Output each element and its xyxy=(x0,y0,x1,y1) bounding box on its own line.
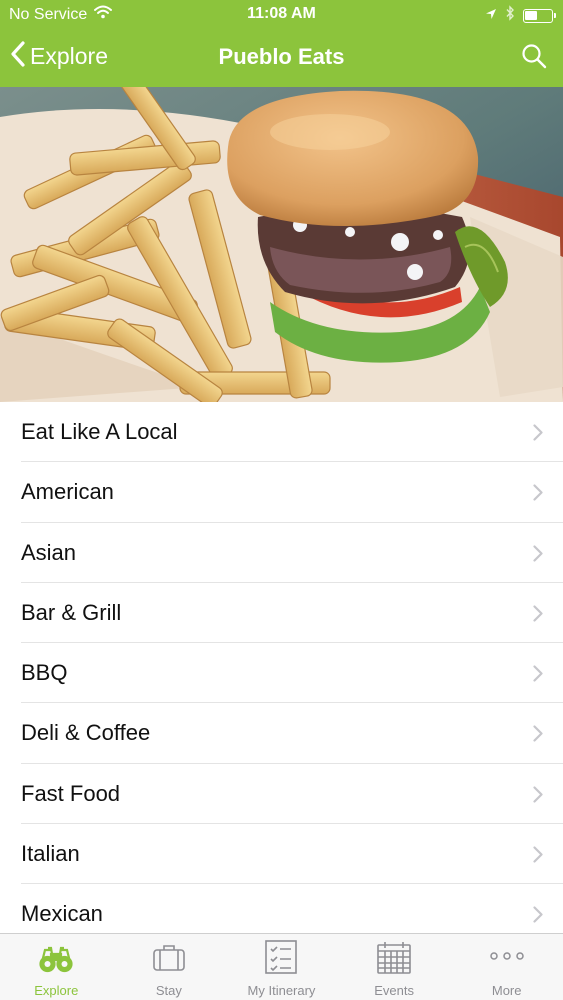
list-item-label: Mexican xyxy=(21,901,103,927)
list-item-bbq[interactable]: BBQ xyxy=(0,643,563,704)
list-item-label: Bar & Grill xyxy=(21,599,122,625)
tab-bar: Explore Stay My Itinerary Events More xyxy=(0,933,563,1000)
location-arrow-icon xyxy=(485,7,497,25)
list-item-label: Fast Food xyxy=(21,780,121,806)
list-item-american[interactable]: American xyxy=(0,462,563,523)
chevron-right-icon xyxy=(533,786,543,808)
chevron-right-icon xyxy=(533,665,543,687)
tab-label: Stay xyxy=(155,983,182,998)
list-item-deli-and-coffee[interactable]: Deli & Coffee xyxy=(0,703,563,765)
list-item-label: Asian xyxy=(21,539,77,565)
burger-and-fries-photo xyxy=(0,87,563,402)
chevron-right-icon xyxy=(533,846,543,868)
hero-image xyxy=(0,87,563,402)
list-item-label: BBQ xyxy=(21,660,68,686)
battery-icon xyxy=(523,8,556,23)
tab-my-itinerary[interactable]: My Itinerary xyxy=(225,934,338,1000)
status-time: 11:08 AM xyxy=(247,5,316,22)
chevron-right-icon xyxy=(533,725,543,747)
list-item-label: American xyxy=(21,479,114,505)
list-item-eat-like-a-local[interactable]: Eat Like A Local xyxy=(0,402,563,463)
list-item-asian[interactable]: Asian xyxy=(0,523,563,584)
suitcase-icon xyxy=(151,940,187,981)
list-item-label: Eat Like A Local xyxy=(21,419,178,444)
tab-explore[interactable]: Explore xyxy=(0,934,113,1000)
list-item-italian[interactable]: Italian xyxy=(0,824,563,885)
status-right xyxy=(485,5,556,26)
status-bar: No Service 11:08 AM xyxy=(0,0,563,30)
tab-label: More xyxy=(491,983,522,998)
list-item-label: Deli & Coffee xyxy=(21,720,151,746)
binoculars-icon xyxy=(38,940,74,981)
header: No Service 11:08 AM Explore Pueblo Eats xyxy=(0,0,563,87)
tab-events[interactable]: Events xyxy=(338,934,451,1000)
page-title: Pueblo Eats xyxy=(218,44,345,69)
more-dots-icon xyxy=(489,940,525,981)
tab-more[interactable]: More xyxy=(450,934,563,1000)
search-button[interactable] xyxy=(521,43,547,74)
app-screen: No Service 11:08 AM Explore Pueblo Eats … xyxy=(0,0,563,1000)
chevron-right-icon xyxy=(533,544,543,567)
navigation-bar: Explore Pueblo Eats xyxy=(0,30,563,87)
chevron-right-icon xyxy=(533,424,543,446)
tab-label: Events xyxy=(374,983,414,998)
list-item-fast-food[interactable]: Fast Food xyxy=(0,764,563,825)
list-item-bar-and-grill[interactable]: Bar & Grill xyxy=(0,583,563,644)
chevron-right-icon xyxy=(533,484,543,506)
calendar-icon xyxy=(376,940,412,981)
list-item-label: Italian xyxy=(21,841,80,867)
chevron-right-icon xyxy=(533,605,543,627)
bluetooth-icon xyxy=(505,5,515,26)
tab-label: Explore xyxy=(34,983,79,998)
battery-level xyxy=(525,10,537,20)
list-item-mexican[interactable]: Mexican xyxy=(0,884,563,933)
search-icon xyxy=(521,44,547,73)
checklist-icon xyxy=(263,940,299,981)
tab-stay[interactable]: Stay xyxy=(113,934,226,1000)
category-list: Eat Like A Local American Asian Bar & Gr… xyxy=(0,402,563,933)
chevron-right-icon xyxy=(533,906,543,928)
tab-label: My Itinerary xyxy=(247,983,316,998)
